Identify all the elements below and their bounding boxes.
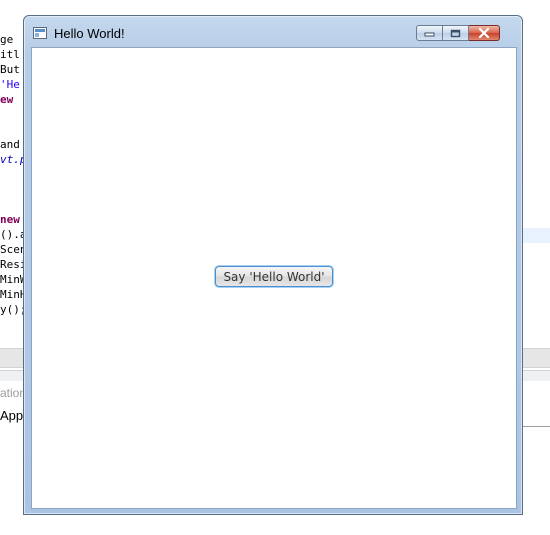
background-code-line: and	[0, 138, 20, 151]
background-code-line: ().a	[0, 228, 24, 241]
background-code-line: itl	[0, 48, 20, 61]
background-code-line: Resi	[0, 258, 24, 271]
close-button[interactable]	[469, 25, 500, 41]
java-app-icon	[33, 27, 47, 39]
window-controls	[416, 25, 500, 43]
background-code-line: Scen	[0, 243, 24, 256]
minimize-icon	[424, 32, 435, 37]
background-code-line	[0, 197, 24, 212]
background-code-editor: ge itl But 'He ew and vt.p new ().a Scen Resi MinW M…	[0, 32, 24, 322]
close-icon	[478, 28, 490, 38]
maximize-icon	[450, 29, 461, 37]
background-panel-item: App	[0, 408, 24, 423]
app-window: Hello World! Say 'Hello World'	[23, 15, 523, 515]
background-code-line: MinW	[0, 273, 24, 286]
background-code-line: 'He	[0, 78, 20, 91]
background-current-line-highlight	[522, 228, 550, 243]
background-divider	[520, 426, 550, 427]
background-code-line	[0, 167, 24, 182]
window-titlebar[interactable]: Hello World!	[24, 16, 522, 48]
background-panel-label: ation	[0, 386, 24, 400]
minimize-button[interactable]	[416, 25, 443, 41]
background-code-line: y();	[0, 303, 24, 316]
background-code-line: ew	[0, 93, 14, 106]
window-content: Say 'Hello World'	[31, 47, 517, 509]
window-title: Hello World!	[54, 26, 125, 41]
background-code-line: vt.p	[0, 153, 24, 166]
maximize-button[interactable]	[443, 25, 469, 41]
background-code-line	[0, 107, 24, 122]
background-code-line: But	[0, 63, 20, 76]
background-code-line: ge	[0, 33, 14, 46]
background-code-line: MinH	[0, 288, 24, 301]
background-code-line	[0, 182, 24, 197]
say-hello-world-button[interactable]: Say 'Hello World'	[215, 266, 333, 287]
background-code-line	[0, 122, 24, 137]
background-code-line: new	[0, 213, 20, 226]
